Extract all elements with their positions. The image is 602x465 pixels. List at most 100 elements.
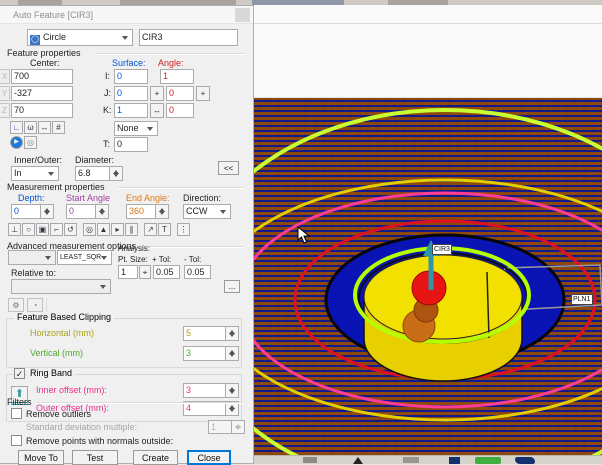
feature-label-pln1[interactable]: PLN1: [571, 294, 593, 305]
depth-spinner[interactable]: [41, 204, 54, 219]
point-mode-toggle[interactable]: ▶: [10, 136, 23, 149]
center-z-field[interactable]: 70: [11, 103, 73, 118]
start-angle-field[interactable]: 0: [66, 204, 96, 219]
inner-offset-spinner[interactable]: [226, 383, 239, 398]
outer-offset-field[interactable]: 4: [183, 401, 226, 416]
strategy-rotate-icon[interactable]: ↺: [64, 223, 77, 236]
contact-settings-tab-icon[interactable]: ⚙: [8, 298, 24, 312]
strategy-circle-icon[interactable]: ○: [22, 223, 35, 236]
inner-offset-field[interactable]: 3: [183, 383, 226, 398]
pt-size-probe-icon[interactable]: ⌖: [139, 265, 151, 279]
end-angle-field[interactable]: 360: [126, 204, 156, 219]
vector-mode-value: None: [117, 123, 139, 133]
minus-tol-field[interactable]: 0.05: [184, 265, 211, 279]
strategy-perpendicular-icon[interactable]: ⊥: [8, 223, 21, 236]
status-triangle-icon[interactable]: [353, 457, 363, 464]
status-icon[interactable]: [403, 457, 419, 463]
distance-toggle[interactable]: ↔: [38, 121, 51, 134]
z-axis-tag: Z: [0, 103, 10, 118]
grid-toggle[interactable]: #: [52, 121, 65, 134]
strategy-text-icon[interactable]: T: [158, 223, 171, 236]
angle-label: Angle:: [158, 58, 184, 68]
inner-outer-combo[interactable]: In: [11, 166, 59, 181]
relative-to-browse-button[interactable]: ...: [224, 280, 240, 293]
chevron-down-icon: [100, 285, 106, 289]
create-button[interactable]: Create: [133, 450, 178, 465]
depth-label: Depth:: [18, 193, 45, 203]
t-field[interactable]: 0: [114, 137, 148, 152]
section-divider: [36, 402, 242, 403]
k-label: K:: [103, 105, 112, 115]
strategy-target-icon[interactable]: ◎: [83, 223, 96, 236]
angle-i-field[interactable]: 1: [160, 69, 194, 84]
move-to-button[interactable]: Move To: [18, 450, 64, 465]
section-divider: [138, 246, 245, 247]
relative-to-combo[interactable]: [11, 279, 111, 294]
outer-offset-spinner[interactable]: [226, 401, 239, 416]
vector-mode-combo[interactable]: None: [114, 121, 158, 136]
algorithm-combo[interactable]: LEAST_SQR: [57, 250, 112, 265]
chevron-down-icon: [48, 172, 54, 176]
strategy-corner-icon[interactable]: ⌐: [50, 223, 63, 236]
center-label: Center:: [30, 58, 60, 68]
diameter-spinner[interactable]: [110, 166, 123, 181]
strategy-more-icon[interactable]: ⋮: [177, 223, 190, 236]
vertical-spinner[interactable]: [226, 346, 239, 361]
direction-combo[interactable]: CCW: [183, 204, 231, 219]
strategy-vector-icon[interactable]: ↗: [144, 223, 157, 236]
test-button[interactable]: Test: [72, 450, 118, 465]
horizontal-field[interactable]: 5: [183, 326, 226, 341]
3d-viewport[interactable]: CIR3 PLN1: [253, 98, 602, 455]
status-icon[interactable]: [449, 457, 460, 464]
diameter-field[interactable]: 6.8: [75, 166, 110, 181]
analysis-label: Analysis:: [118, 244, 150, 253]
strategy-play-icon[interactable]: ▸: [111, 223, 124, 236]
horizontal-spinner[interactable]: [226, 326, 239, 341]
wave-toggle[interactable]: ω: [24, 121, 37, 134]
status-icon[interactable]: [515, 457, 535, 464]
angle-k-field[interactable]: 0: [166, 103, 194, 118]
surface-j-field[interactable]: 0: [114, 86, 148, 101]
angle-j-field[interactable]: 0: [166, 86, 194, 101]
snap-point-toggle[interactable]: ∟: [10, 121, 23, 134]
feature-label-cir3[interactable]: CIR3: [432, 244, 452, 255]
target-mode-toggle[interactable]: ◎: [24, 136, 37, 149]
feature-type-combo[interactable]: ◯Circle: [27, 29, 133, 46]
center-x-field[interactable]: 700: [11, 69, 73, 84]
plus-tol-field[interactable]: 0.05: [153, 265, 180, 279]
strategy-box-icon[interactable]: ▣: [36, 223, 49, 236]
collapse-dialog-button[interactable]: <<: [218, 161, 239, 175]
std-dev-label: Standard deviation multiple:: [26, 422, 137, 432]
surface-k-field[interactable]: 1: [114, 103, 148, 118]
pt-size-field[interactable]: 1: [118, 265, 138, 279]
ring-band-checkbox[interactable]: ✓: [14, 368, 25, 379]
laser-scan-tab-icon[interactable]: ◔: [27, 298, 43, 312]
vertical-field[interactable]: 3: [183, 346, 226, 361]
angle-vector-pick-button[interactable]: +: [196, 86, 210, 101]
dialog-close-button[interactable]: [235, 8, 250, 22]
end-angle-label: End Angle:: [126, 193, 170, 203]
dialog-title: Auto Feature [CIR3]: [13, 10, 93, 20]
surface-i-field[interactable]: 0: [114, 69, 148, 84]
chevron-down-icon: [45, 256, 51, 260]
dialog-title-bar[interactable]: Auto Feature [CIR3]: [0, 6, 253, 24]
app-background-divider: [254, 23, 602, 24]
circle-feature-icon: ◯: [30, 35, 40, 45]
remove-normals-checkbox[interactable]: [11, 435, 22, 446]
strategy-triangle-icon[interactable]: ▲: [97, 223, 110, 236]
start-angle-spinner[interactable]: [96, 204, 109, 219]
depth-field[interactable]: 0: [11, 204, 41, 219]
close-button[interactable]: Close: [187, 450, 231, 465]
strategy-parallel-icon[interactable]: ∥: [125, 223, 138, 236]
flip-vector-button[interactable]: ↔: [150, 103, 164, 118]
center-y-field[interactable]: -327: [11, 86, 73, 101]
end-angle-spinner[interactable]: [156, 204, 169, 219]
tab-separator: [46, 298, 47, 312]
status-green-button[interactable]: [475, 457, 501, 464]
status-icon[interactable]: [303, 457, 317, 463]
remove-normals-label: Remove points with normals outside:: [26, 436, 173, 446]
surface-vector-pick-button[interactable]: +: [150, 86, 164, 101]
feature-name-input[interactable]: CIR3: [139, 29, 238, 46]
auto-feature-dialog: Auto Feature [CIR3] ◯Circle CIR3 Feature…: [0, 5, 254, 464]
remove-outliers-checkbox[interactable]: [11, 408, 22, 419]
